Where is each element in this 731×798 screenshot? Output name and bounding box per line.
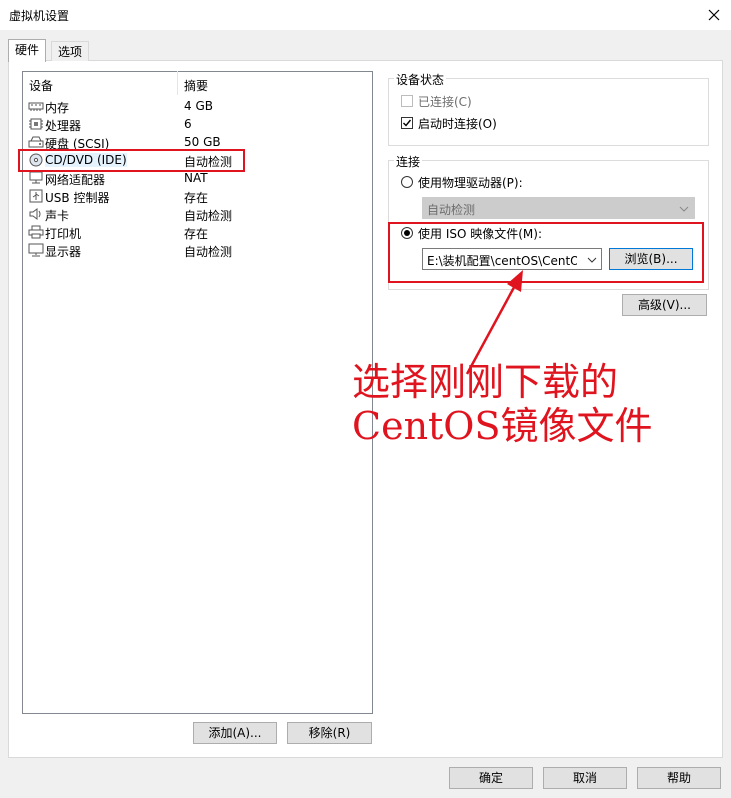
connected-checkbox[interactable] — [401, 95, 413, 107]
help-button[interactable]: 帮助 — [637, 767, 721, 789]
printer-icon — [28, 225, 44, 239]
usb-icon — [29, 189, 43, 203]
device-status-title: 设备状态 — [394, 71, 447, 88]
device-row-display[interactable]: 显示器 自动检测 — [24, 241, 371, 259]
device-name: 网络适配器 — [45, 173, 106, 187]
device-row-memory[interactable]: 内存 4 GB — [24, 97, 371, 115]
column-header-device[interactable]: 设备 — [29, 76, 53, 96]
network-icon — [29, 171, 43, 184]
sound-icon — [29, 208, 41, 220]
highlight-box-device — [18, 149, 245, 172]
tab-options[interactable]: 选项 — [51, 41, 90, 61]
remove-device-button[interactable]: 移除(R) — [287, 722, 372, 744]
highlight-box-iso — [388, 222, 704, 283]
device-row-sound[interactable]: 声卡 自动检测 — [24, 205, 371, 223]
device-row-processor[interactable]: 处理器 6 — [24, 115, 371, 133]
device-name: USB 控制器 — [45, 191, 110, 205]
display-icon — [28, 243, 44, 257]
device-summary: 存在 — [184, 227, 209, 241]
physical-drive-select[interactable]: 自动检测 — [422, 197, 695, 219]
device-name: 内存 — [45, 101, 70, 115]
device-name: 显示器 — [45, 245, 82, 259]
column-separator[interactable] — [177, 71, 178, 95]
physical-drive-label: 使用物理驱动器(P): — [418, 176, 523, 190]
column-header-summary[interactable]: 摘要 — [184, 76, 208, 96]
window-title: 虚拟机设置 — [9, 9, 70, 23]
device-summary: 4 GB — [184, 99, 213, 113]
device-summary: 50 GB — [184, 135, 221, 149]
add-device-button[interactable]: 添加(A)... — [193, 722, 277, 744]
annotation-line-1: 选择刚刚下载的 — [352, 360, 619, 404]
cancel-button[interactable]: 取消 — [543, 767, 627, 789]
device-name: 处理器 — [45, 119, 82, 133]
device-status-group — [388, 78, 709, 146]
annotation-text: 选择刚刚下载的 CentOS镜像文件 — [352, 360, 653, 448]
connect-at-power-on-checkbox[interactable] — [401, 117, 413, 129]
ok-button[interactable]: 确定 — [449, 767, 533, 789]
device-row-usb[interactable]: USB 控制器 存在 — [24, 187, 371, 205]
device-summary: 6 — [184, 117, 192, 131]
device-name: 声卡 — [45, 209, 70, 223]
device-summary: 存在 — [184, 191, 209, 205]
annotation-line-2: CentOS镜像文件 — [352, 404, 653, 448]
connect-at-power-on-label: 启动时连接(O) — [418, 117, 497, 131]
device-summary: NAT — [184, 171, 208, 185]
device-name: 打印机 — [45, 227, 82, 241]
physical-drive-value: 自动检测 — [427, 203, 476, 217]
device-summary: 自动检测 — [184, 245, 233, 259]
connection-title: 连接 — [394, 153, 423, 170]
checkmark-icon — [403, 119, 412, 127]
device-row-printer[interactable]: 打印机 存在 — [24, 223, 371, 241]
memory-icon — [28, 102, 44, 111]
tab-hardware[interactable]: 硬件 — [8, 39, 47, 62]
close-button[interactable] — [700, 3, 728, 27]
chevron-down-icon — [679, 206, 689, 212]
advanced-button[interactable]: 高级(V)... — [622, 294, 707, 316]
title-bar — [0, 0, 731, 30]
connected-label: 已连接(C) — [418, 95, 472, 109]
close-icon — [708, 9, 720, 21]
harddisk-icon — [28, 136, 44, 148]
physical-drive-radio[interactable] — [401, 176, 413, 188]
processor-icon — [29, 118, 43, 130]
device-summary: 自动检测 — [184, 209, 233, 223]
